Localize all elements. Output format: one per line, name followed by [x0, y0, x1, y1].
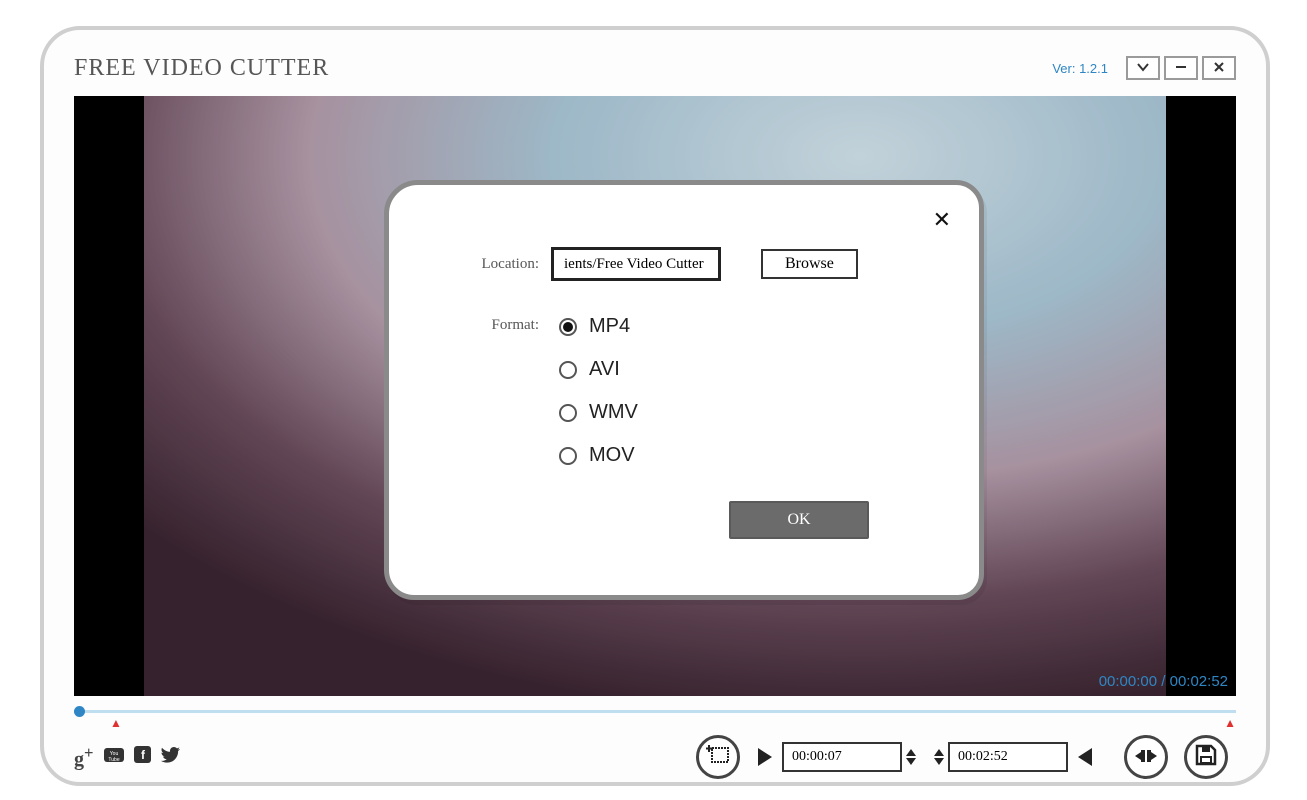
format-option-wmv[interactable]: WMV: [559, 401, 638, 424]
format-option-label: MOV: [589, 444, 635, 467]
format-label: Format:: [459, 315, 539, 467]
radio-icon: [559, 318, 577, 336]
chevron-down-icon: [1137, 60, 1149, 76]
version-label: Ver: 1.2.1: [1052, 61, 1108, 76]
add-clip-icon: [706, 745, 730, 770]
titlebar: FREE VIDEO CUTTER Ver: 1.2.1: [74, 48, 1236, 88]
save-button[interactable]: [1184, 735, 1228, 779]
export-dialog: ✕ Location: ients/Free Video Cutter Brow…: [384, 180, 984, 600]
clip-end-marker[interactable]: ▲: [1224, 716, 1236, 730]
location-label: Location:: [459, 256, 539, 273]
gplus-icon[interactable]: g+: [74, 743, 94, 772]
play-forward-button[interactable]: [758, 748, 772, 766]
clip-end-steppers: [934, 749, 944, 765]
clip-start-up[interactable]: [906, 749, 916, 756]
minimize-icon: [1175, 60, 1187, 76]
minimize-button[interactable]: [1164, 56, 1198, 80]
location-value: ients/Free Video Cutter: [564, 256, 704, 273]
format-option-label: AVI: [589, 358, 620, 381]
browse-button[interactable]: Browse: [761, 249, 858, 279]
cut-button[interactable]: [1124, 735, 1168, 779]
close-button[interactable]: [1202, 56, 1236, 80]
timecode: 00:00:00 / 00:02:52: [1099, 673, 1228, 690]
add-clip-button[interactable]: [696, 735, 740, 779]
format-option-avi[interactable]: AVI: [559, 358, 638, 381]
format-row: Format: MP4 AVI WMV MOV: [389, 315, 979, 467]
clip-start-down[interactable]: [906, 758, 916, 765]
cut-icon: [1135, 745, 1157, 770]
dropdown-button[interactable]: [1126, 56, 1160, 80]
facebook-icon[interactable]: f: [134, 746, 151, 769]
social-links: g+ YouTube f: [74, 743, 180, 772]
save-icon: [1195, 744, 1217, 771]
format-options: MP4 AVI WMV MOV: [559, 315, 638, 467]
time-current: 00:00:00: [1099, 673, 1157, 690]
toolbar: g+ YouTube f 00:00:07: [74, 734, 1236, 780]
close-icon: [1213, 60, 1225, 76]
app-title: FREE VIDEO CUTTER: [74, 55, 329, 82]
format-option-mp4[interactable]: MP4: [559, 315, 638, 338]
format-option-mov[interactable]: MOV: [559, 444, 638, 467]
seek-bar[interactable]: ▲ ▲: [74, 698, 1236, 724]
svg-text:Tube: Tube: [108, 757, 119, 763]
clip-start-marker[interactable]: ▲: [110, 716, 122, 730]
format-option-label: MP4: [589, 315, 630, 338]
radio-icon: [559, 404, 577, 422]
seek-track: [74, 710, 1236, 713]
clip-end-up[interactable]: [934, 749, 944, 756]
clip-start-field[interactable]: 00:00:07: [782, 742, 902, 772]
clip-end-down[interactable]: [934, 758, 944, 765]
radio-icon: [559, 361, 577, 379]
twitter-icon[interactable]: [161, 746, 180, 769]
time-total: 00:02:52: [1170, 673, 1228, 690]
app-window: FREE VIDEO CUTTER Ver: 1.2.1 00:00:00 / …: [40, 26, 1270, 786]
dialog-close-button[interactable]: ✕: [933, 207, 951, 233]
clip-end-value: 00:02:52: [958, 749, 1008, 765]
ok-button[interactable]: OK: [729, 501, 869, 539]
clip-start-value: 00:00:07: [792, 749, 842, 765]
clip-start-steppers: [906, 749, 916, 765]
seek-thumb[interactable]: [74, 706, 85, 717]
time-sep: /: [1161, 673, 1169, 690]
radio-icon: [559, 447, 577, 465]
letterbox-right: [1166, 96, 1236, 696]
youtube-icon[interactable]: YouTube: [104, 746, 124, 769]
clip-end-field[interactable]: 00:02:52: [948, 742, 1068, 772]
play-backward-button[interactable]: [1078, 748, 1092, 766]
location-field[interactable]: ients/Free Video Cutter: [551, 247, 721, 281]
letterbox-left: [74, 96, 144, 696]
format-option-label: WMV: [589, 401, 638, 424]
location-row: Location: ients/Free Video Cutter Browse: [389, 247, 979, 281]
